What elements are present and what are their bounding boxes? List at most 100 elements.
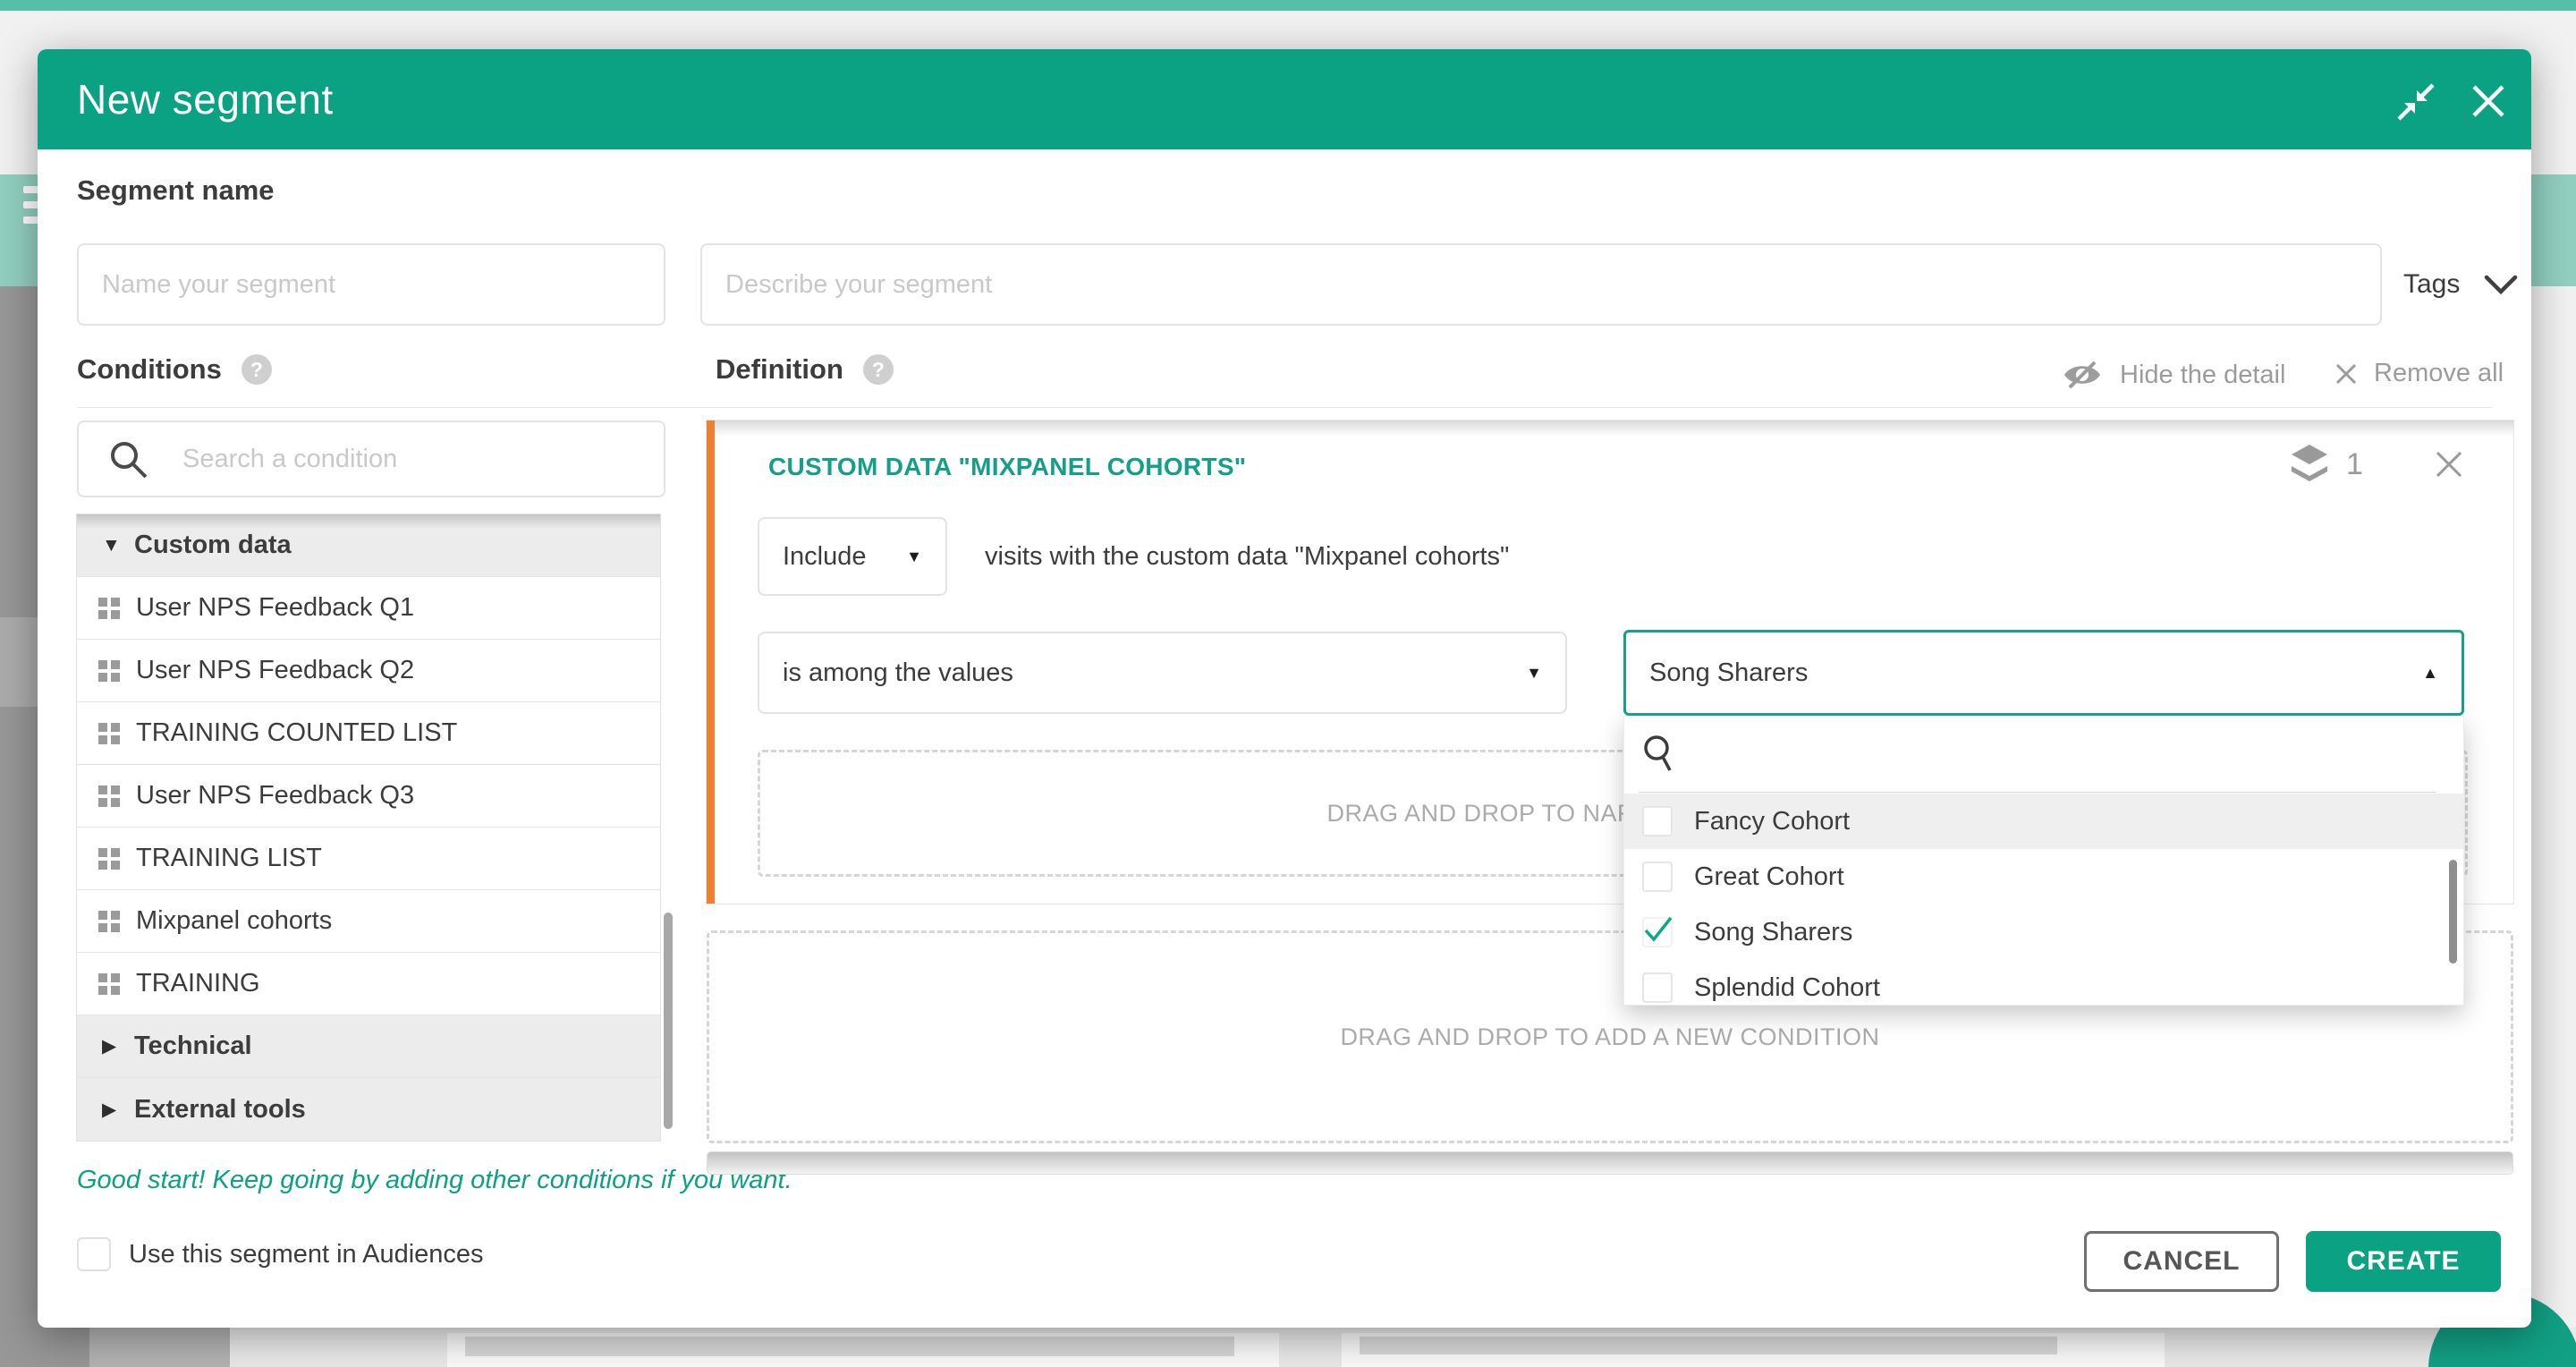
value-dropdown[interactable]: Song Sharers ▲ bbox=[1623, 630, 2464, 716]
condition-search-input[interactable] bbox=[77, 420, 665, 497]
condition-item[interactable]: User NPS Feedback Q3 bbox=[77, 765, 660, 828]
drag-handle-icon[interactable] bbox=[98, 973, 120, 995]
segment-name-input[interactable] bbox=[77, 243, 665, 326]
option-row[interactable]: Song Sharers bbox=[1624, 904, 2464, 960]
dropdown-scrollbar[interactable] bbox=[2449, 860, 2457, 964]
option-row[interactable]: Fancy Cohort bbox=[1624, 794, 2464, 849]
option-checkbox[interactable] bbox=[1642, 806, 1673, 836]
option-row[interactable]: Great Cohort bbox=[1624, 849, 2464, 904]
tags-label: Tags bbox=[2403, 269, 2460, 300]
checkmark-icon bbox=[1642, 914, 1674, 945]
screen: New segment Segment name Tags Conditions bbox=[0, 0, 2576, 1367]
cancel-button[interactable]: CANCEL bbox=[2084, 1231, 2279, 1292]
remove-x-icon bbox=[2333, 361, 2360, 387]
definition-help-icon[interactable]: ? bbox=[863, 354, 894, 385]
search-icon bbox=[107, 438, 150, 481]
condition-label: User NPS Feedback Q1 bbox=[136, 593, 414, 623]
add-condition-hint: DRAG AND DROP TO ADD A NEW CONDITION bbox=[1340, 1023, 1879, 1051]
conditions-scrollbar[interactable] bbox=[664, 913, 673, 1129]
layer-count: 1 bbox=[2346, 447, 2363, 482]
option-label: Great Cohort bbox=[1694, 862, 1844, 892]
condition-label: User NPS Feedback Q2 bbox=[136, 656, 414, 685]
remove-all-button[interactable]: Remove all bbox=[2333, 359, 2504, 388]
drag-handle-icon[interactable] bbox=[98, 848, 120, 870]
drag-handle-icon[interactable] bbox=[98, 723, 120, 744]
operator-value: is among the values bbox=[783, 658, 1013, 688]
condition-label: TRAINING COUNTED LIST bbox=[136, 718, 457, 748]
include-label: Include bbox=[783, 542, 867, 572]
remove-condition-icon[interactable] bbox=[2432, 447, 2466, 481]
create-button[interactable]: CREATE bbox=[2306, 1231, 2501, 1292]
option-row[interactable]: Splendid Cohort bbox=[1624, 960, 2464, 1006]
dropdown-divider bbox=[1639, 792, 2436, 793]
caret-down-icon: ▼ bbox=[1526, 664, 1542, 683]
condition-card: CUSTOM DATA "MIXPANEL COHORTS" 1 Include… bbox=[707, 420, 2513, 904]
group-label: Custom data bbox=[134, 531, 292, 560]
background-card-strip bbox=[1360, 1337, 2057, 1354]
caret-right-icon: ▶ bbox=[102, 1035, 134, 1057]
modal-title: New segment bbox=[77, 49, 334, 149]
modal-header: New segment bbox=[38, 49, 2531, 149]
drag-handle-icon[interactable] bbox=[98, 598, 120, 619]
caret-down-icon: ▼ bbox=[102, 535, 134, 556]
group-external-tools[interactable]: ▶ External tools bbox=[77, 1078, 660, 1141]
condition-item[interactable]: User NPS Feedback Q2 bbox=[77, 640, 660, 702]
option-checkbox[interactable] bbox=[1642, 972, 1673, 1003]
background-card-strip bbox=[465, 1337, 1234, 1356]
drag-handle-icon[interactable] bbox=[98, 785, 120, 807]
segment-name-label: Segment name bbox=[77, 174, 275, 207]
option-checkbox[interactable] bbox=[1642, 862, 1673, 892]
conditions-list: ▼ Custom data User NPS Feedback Q1 User … bbox=[77, 514, 660, 1141]
secondary-sidebar bbox=[89, 1328, 230, 1367]
layers-icon[interactable] bbox=[2289, 442, 2330, 487]
conditions-help-icon[interactable]: ? bbox=[242, 354, 272, 385]
hide-detail-label: Hide the detail bbox=[2120, 361, 2285, 390]
value-search-input[interactable] bbox=[1687, 731, 2370, 776]
section-divider bbox=[77, 407, 2492, 408]
condition-item[interactable]: TRAINING COUNTED LIST bbox=[77, 702, 660, 765]
operator-dropdown[interactable]: is among the values ▼ bbox=[758, 632, 1567, 714]
option-checkbox-checked[interactable] bbox=[1642, 917, 1673, 947]
option-label: Song Sharers bbox=[1694, 918, 1852, 947]
search-icon bbox=[1640, 731, 1682, 774]
remove-all-label: Remove all bbox=[2374, 359, 2504, 388]
horizontal-scrollbar[interactable] bbox=[707, 1151, 2513, 1175]
drag-handle-icon[interactable] bbox=[98, 911, 120, 932]
drag-handle-icon[interactable] bbox=[98, 660, 120, 682]
tags-dropdown[interactable]: Tags bbox=[2403, 243, 2519, 326]
include-dropdown[interactable]: Include ▼ bbox=[758, 517, 947, 596]
hide-detail-button[interactable]: Hide the detail bbox=[2061, 359, 2285, 391]
option-label: Fancy Cohort bbox=[1694, 807, 1850, 836]
condition-label: TRAINING LIST bbox=[136, 844, 322, 873]
conditions-heading: Conditions bbox=[77, 353, 222, 386]
group-technical[interactable]: ▶ Technical bbox=[77, 1015, 660, 1078]
condition-sentence: visits with the custom data "Mixpanel co… bbox=[985, 517, 1509, 596]
condition-item[interactable]: Mixpanel cohorts bbox=[77, 890, 660, 953]
audiences-checkbox-row[interactable]: Use this segment in Audiences bbox=[77, 1237, 484, 1271]
group-custom-data[interactable]: ▼ Custom data bbox=[77, 514, 660, 577]
close-icon[interactable] bbox=[2467, 80, 2510, 123]
group-label: External tools bbox=[134, 1095, 306, 1125]
condition-search bbox=[77, 420, 665, 497]
option-label: Splendid Cohort bbox=[1694, 973, 1880, 1003]
condition-card-title: CUSTOM DATA "MIXPANEL COHORTS" bbox=[768, 453, 1246, 481]
condition-label: Mixpanel cohorts bbox=[136, 906, 332, 936]
chevron-down-icon bbox=[2483, 273, 2519, 296]
new-segment-modal: New segment Segment name Tags Conditions bbox=[38, 49, 2531, 1328]
condition-label: User NPS Feedback Q3 bbox=[136, 781, 414, 811]
condition-item[interactable]: TRAINING LIST bbox=[77, 828, 660, 890]
value-dropdown-panel: Fancy Cohort Great Cohort Song Sharers bbox=[1623, 716, 2464, 1006]
segment-description-input[interactable] bbox=[700, 243, 2382, 326]
selected-value: Song Sharers bbox=[1649, 658, 1808, 688]
collapse-icon[interactable] bbox=[2395, 81, 2436, 123]
definition-heading: Definition bbox=[716, 353, 843, 386]
caret-right-icon: ▶ bbox=[102, 1099, 134, 1121]
condition-item[interactable]: User NPS Feedback Q1 bbox=[77, 577, 660, 640]
audiences-checkbox[interactable] bbox=[77, 1237, 111, 1271]
progress-hint: Good start! Keep going by adding other c… bbox=[77, 1166, 792, 1195]
eye-off-icon bbox=[2061, 359, 2104, 391]
group-label: Technical bbox=[134, 1032, 252, 1061]
app-top-strip bbox=[0, 0, 2576, 11]
caret-down-icon: ▼ bbox=[906, 548, 922, 566]
condition-item[interactable]: TRAINING bbox=[77, 953, 660, 1015]
